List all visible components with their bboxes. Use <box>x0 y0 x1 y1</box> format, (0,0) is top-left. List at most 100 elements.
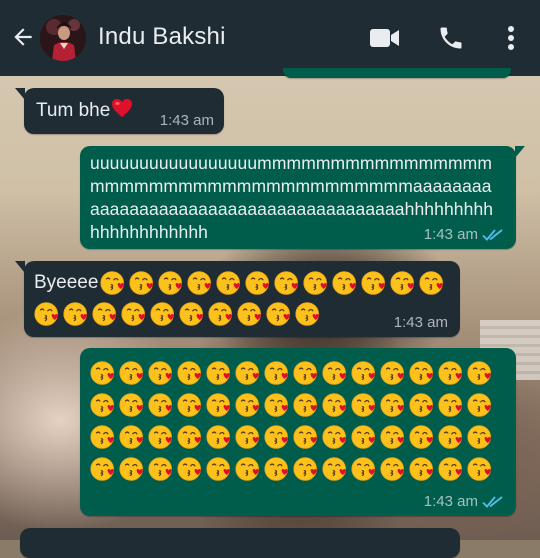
kiss-emoji <box>177 424 201 449</box>
message-bubble-partial <box>283 68 511 78</box>
kiss-emoji <box>351 360 375 385</box>
kiss-emoji <box>322 392 346 417</box>
kiss-emoji <box>237 301 261 326</box>
kiss-emoji <box>148 392 172 417</box>
contact-name[interactable]: Indu Bakshi <box>98 23 226 51</box>
kiss-emoji <box>438 392 462 417</box>
kiss-emoji <box>264 456 288 481</box>
red-heart-emoji <box>112 98 133 118</box>
more-options-button[interactable] <box>494 22 528 54</box>
kiss-emoji <box>90 392 114 417</box>
kiss-emoji <box>34 301 58 326</box>
message-meta: 1:43 am <box>424 226 504 243</box>
message-bubble-incoming[interactable]: Byeeee 1:43 am <box>15 261 460 337</box>
kiss-emoji <box>150 301 174 326</box>
kiss-emoji <box>303 270 328 295</box>
message-time: 1:43 am <box>393 314 448 331</box>
message-text: Byeeee <box>34 271 99 293</box>
kiss-emoji <box>351 392 375 417</box>
kiss-emoji <box>206 392 230 417</box>
kiss-emoji <box>438 424 462 449</box>
kiss-emoji <box>409 392 433 417</box>
more-vert-icon <box>508 26 514 50</box>
kiss-emoji <box>121 301 145 326</box>
kiss-emoji <box>179 301 203 326</box>
message-time: 1:43 am <box>423 493 478 510</box>
kiss-emoji <box>119 424 143 449</box>
emoji-grid <box>90 358 493 483</box>
kiss-emoji <box>119 456 143 481</box>
kiss-emoji <box>380 456 404 481</box>
kiss-emoji <box>380 424 404 449</box>
kiss-emoji <box>293 392 317 417</box>
message-meta: 1:43 am <box>394 314 448 331</box>
kiss-emoji <box>245 270 270 295</box>
kiss-emoji <box>467 456 491 481</box>
emoji-row <box>90 358 493 387</box>
message-bubble-partial <box>20 528 460 558</box>
kiss-emoji <box>264 360 288 385</box>
kiss-emoji <box>322 456 346 481</box>
kiss-emoji <box>90 360 114 385</box>
arrow-left-icon <box>14 28 32 46</box>
kiss-emoji <box>235 360 259 385</box>
kiss-emoji <box>467 392 491 417</box>
kiss-emoji <box>90 456 114 481</box>
message-list[interactable]: Tum bhe 1:43 am uuuuuuuuuuuuuuuuummmmmmm… <box>0 68 540 558</box>
kiss-emoji <box>148 456 172 481</box>
phone-icon <box>440 27 462 49</box>
emoji-row <box>34 299 321 328</box>
kiss-emoji <box>293 424 317 449</box>
kiss-emoji <box>119 360 143 385</box>
video-call-button[interactable] <box>368 22 402 54</box>
kiss-emoji <box>467 424 491 449</box>
kiss-emoji <box>361 270 386 295</box>
emoji-row <box>90 422 493 451</box>
kiss-emoji <box>409 424 433 449</box>
kiss-emoji <box>177 392 201 417</box>
kiss-emoji <box>208 301 232 326</box>
voice-call-button[interactable] <box>434 22 468 54</box>
kiss-emoji <box>409 456 433 481</box>
kiss-emoji <box>119 392 143 417</box>
kiss-emoji <box>187 270 212 295</box>
kiss-emoji <box>264 424 288 449</box>
kiss-emoji <box>264 392 288 417</box>
kiss-emoji <box>351 456 375 481</box>
message-bubble-outgoing[interactable]: 1:43 am <box>80 348 516 516</box>
kiss-emoji <box>293 456 317 481</box>
kiss-emoji <box>293 360 317 385</box>
kiss-emoji <box>351 424 375 449</box>
kiss-emoji <box>409 360 433 385</box>
kiss-emoji <box>332 270 357 295</box>
double-check-read-icon <box>482 495 503 508</box>
message-bubble-outgoing[interactable]: uuuuuuuuuuuuuuuuummmmmmmmmmmmmmmmmmmmmmm… <box>80 146 525 249</box>
kiss-emoji <box>322 360 346 385</box>
message-line: Byeeee <box>34 268 445 297</box>
kiss-emoji <box>266 301 290 326</box>
message-bubble-incoming[interactable]: Tum bhe 1:43 am <box>15 88 224 134</box>
emoji-row <box>90 454 493 483</box>
back-button[interactable] <box>8 22 38 52</box>
kiss-emoji <box>380 360 404 385</box>
kiss-emoji <box>63 301 87 326</box>
kiss-emoji <box>177 456 201 481</box>
kiss-emoji <box>235 456 259 481</box>
kiss-emoji <box>206 456 230 481</box>
kiss-emoji <box>419 270 444 295</box>
kiss-emoji <box>235 424 259 449</box>
kiss-emoji <box>148 424 172 449</box>
avatar-photo <box>40 15 86 61</box>
kiss-emoji <box>148 360 172 385</box>
chat-header: Indu Bakshi <box>0 0 540 76</box>
video-camera-icon <box>370 29 399 47</box>
kiss-emoji <box>274 270 299 295</box>
message-time: 1:43 am <box>159 112 214 129</box>
kiss-emoji <box>390 270 415 295</box>
message-time: 1:43 am <box>423 226 478 243</box>
contact-avatar[interactable] <box>40 15 86 61</box>
kiss-emoji <box>100 270 125 295</box>
kiss-emoji <box>206 360 230 385</box>
kiss-emoji <box>467 360 491 385</box>
kiss-emoji <box>380 392 404 417</box>
